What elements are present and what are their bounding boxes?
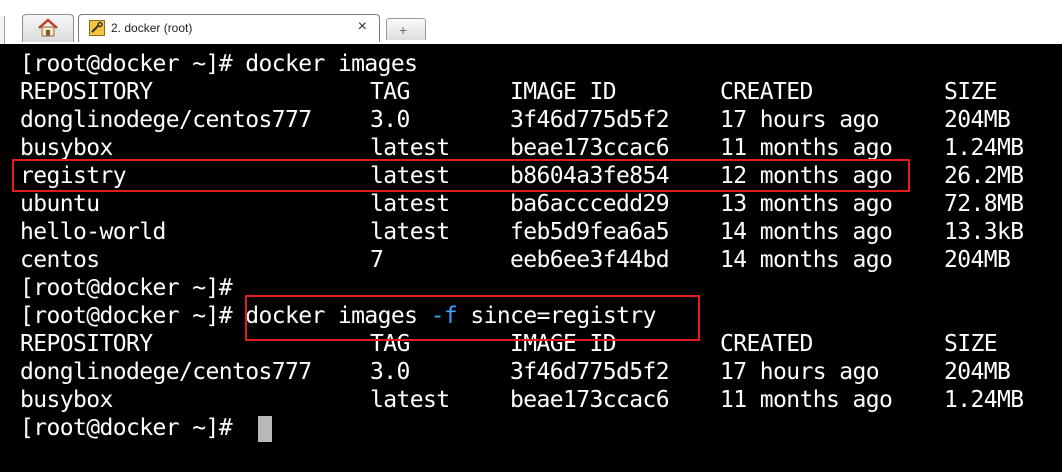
output-cell: busybox — [20, 135, 113, 161]
output-cell: 13 months ago — [720, 191, 893, 217]
output-cell: ba6acccedd29 — [510, 191, 670, 217]
highlight-since-command — [245, 295, 700, 341]
tab-docker-root[interactable]: 2. docker (root) × — [78, 14, 380, 42]
shell-prompt: [root@docker ~]# — [20, 303, 246, 329]
shell-prompt: [root@docker ~]# — [20, 275, 246, 301]
output-cell: 3f46d775d5f2 — [510, 107, 670, 133]
output-cell: 11 months ago — [720, 135, 893, 161]
output-cell: 26.2MB — [944, 163, 1024, 189]
output-cell: eeb6ee3f44bd — [510, 247, 670, 273]
output-cell: 72.8MB — [944, 191, 1024, 217]
window-left-edge — [0, 16, 5, 44]
shell-prompt: [root@docker ~]# — [20, 51, 246, 77]
output-cell: 204MB — [944, 107, 1011, 133]
output-cell: 204MB — [944, 247, 1011, 273]
output-cell: latest — [370, 219, 450, 245]
tab-title: 2. docker (root) — [111, 21, 193, 35]
prompt-line: [root@docker ~]# docker images — [20, 50, 418, 78]
output-cell: 3f46d775d5f2 — [510, 359, 670, 385]
output-cell: 3.0 — [370, 359, 410, 385]
output-cell: 17 hours ago — [720, 107, 880, 133]
output-cell: hello-world — [20, 219, 166, 245]
output-cell: CREATED — [720, 331, 813, 357]
home-icon — [37, 18, 59, 41]
output-cell: 1.24MB — [944, 135, 1024, 161]
output-cell: 14 months ago — [720, 219, 893, 245]
output-cell: latest — [370, 387, 450, 413]
output-cell: 204MB — [944, 359, 1011, 385]
output-cell: REPOSITORY — [20, 79, 153, 105]
output-cell: 13.3kB — [944, 219, 1024, 245]
output-cell: 14 months ago — [720, 247, 893, 273]
output-cell: latest — [370, 191, 450, 217]
shell-prompt: [root@docker ~]# — [20, 415, 246, 441]
output-cell: donglinodege/centos777 — [20, 359, 312, 385]
plus-icon: + — [399, 22, 408, 38]
output-cell: SIZE — [944, 79, 998, 105]
output-cell: REPOSITORY — [20, 331, 153, 357]
command-text: docker images — [245, 51, 418, 77]
output-cell: 1.24MB — [944, 387, 1024, 413]
output-cell: beae173ccac6 — [510, 135, 670, 161]
output-cell: CREATED — [720, 79, 813, 105]
output-cell: 3.0 — [370, 107, 410, 133]
output-cell: 11 months ago — [720, 387, 893, 413]
new-tab-button[interactable]: + — [386, 18, 426, 40]
close-icon[interactable]: × — [358, 18, 367, 36]
title-bar: 2. docker (root) × + — [0, 0, 1062, 44]
prompt-line: [root@docker ~]# — [20, 414, 245, 442]
terminal-output[interactable]: [root@docker ~]# docker images REPOSITORY… — [0, 44, 1062, 472]
output-cell: feb5d9fea6a5 — [510, 219, 670, 245]
output-cell: centos — [20, 247, 100, 273]
output-cell: ubuntu — [20, 191, 100, 217]
output-cell: beae173ccac6 — [510, 387, 670, 413]
output-cell: SIZE — [944, 331, 998, 357]
output-cell: 17 hours ago — [720, 359, 880, 385]
output-cell: busybox — [20, 387, 113, 413]
output-cell: donglinodege/centos777 — [20, 107, 312, 133]
output-cell: latest — [370, 135, 450, 161]
terminal-cursor — [258, 416, 272, 442]
output-cell: IMAGE ID — [510, 79, 617, 105]
output-cell: TAG — [370, 79, 410, 105]
prompt-line: [root@docker ~]# — [20, 274, 245, 302]
output-cell: 7 — [370, 247, 384, 273]
highlight-registry-row — [12, 159, 910, 192]
home-tab[interactable] — [22, 14, 74, 42]
terminal-tool-icon — [89, 20, 105, 36]
